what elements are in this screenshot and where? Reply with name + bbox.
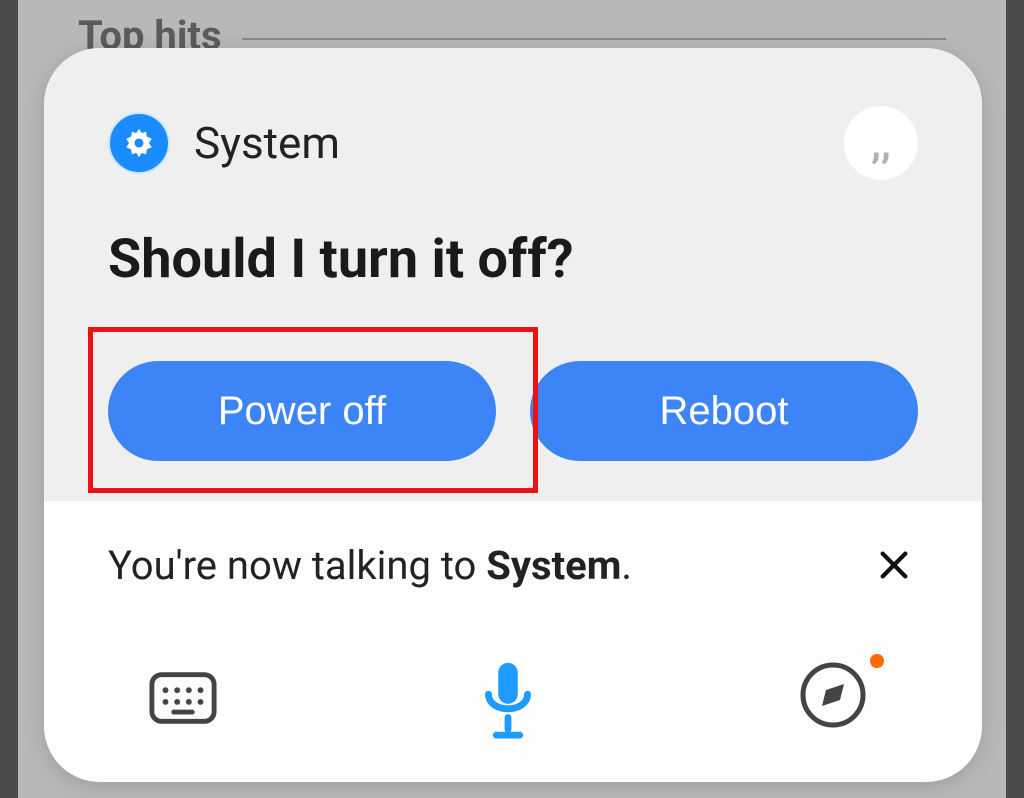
assistant-top-panel: System ,, Should I turn it off? Power of…: [44, 48, 982, 501]
status-suffix: .: [621, 542, 632, 589]
status-row: You're now talking to System.: [108, 541, 918, 589]
assistant-prompt: Should I turn it off?: [108, 228, 918, 291]
action-button-row: Power off Reboot: [108, 361, 918, 461]
keyboard-icon: [148, 669, 218, 727]
background-app: Top hits System ,, Should I turn it off?: [18, 0, 1006, 798]
power-off-button[interactable]: Power off: [108, 361, 496, 461]
microphone-button[interactable]: [478, 659, 538, 741]
quote-button[interactable]: ,,: [844, 106, 918, 180]
status-prefix: You're now talking to: [108, 542, 486, 589]
system-gear-icon: [108, 112, 170, 174]
close-icon: [877, 548, 911, 582]
status-text: You're now talking to System.: [108, 542, 632, 589]
assistant-source-name: System: [194, 117, 340, 169]
assistant-header: System ,,: [108, 106, 918, 180]
assistant-bottom-panel: You're now talking to System.: [44, 501, 982, 782]
input-mode-row: [108, 659, 918, 741]
close-button[interactable]: [870, 541, 918, 589]
compass-icon: [798, 660, 868, 730]
notification-dot: [870, 654, 884, 668]
status-bold: System: [486, 542, 621, 589]
divider: [242, 38, 947, 40]
quote-icon: ,,: [871, 120, 891, 167]
microphone-icon: [478, 659, 538, 741]
reboot-button[interactable]: Reboot: [530, 361, 918, 461]
assistant-card: System ,, Should I turn it off? Power of…: [44, 48, 982, 782]
keyboard-button[interactable]: [148, 669, 218, 731]
discover-button[interactable]: [798, 660, 878, 740]
